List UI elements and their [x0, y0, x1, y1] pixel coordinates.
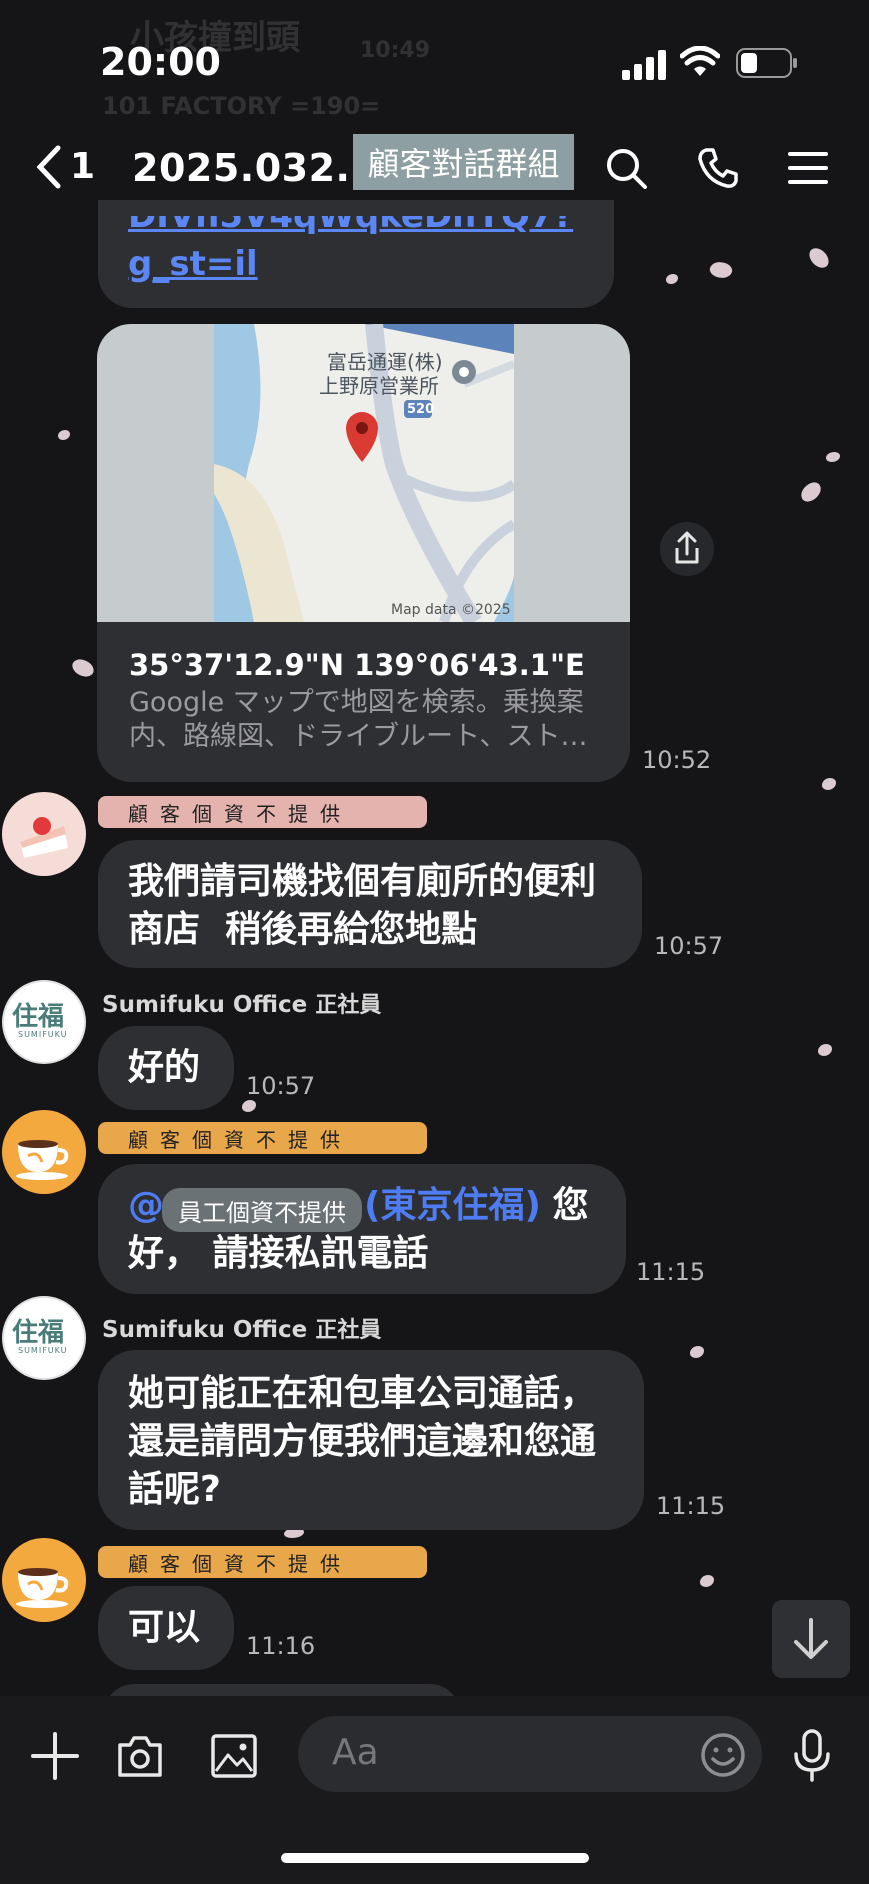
share-icon[interactable]: [660, 522, 714, 576]
logo-latin: SUMIFUKU: [18, 1030, 68, 1039]
message-text: 我們請司機找個有廁所的便利: [128, 861, 597, 902]
unread-count[interactable]: 1: [70, 146, 95, 187]
message-time: 10:57: [246, 1072, 316, 1100]
mention-chip[interactable]: 員工個資不提供: [162, 1188, 362, 1232]
background-notification-time: 10:49: [360, 38, 431, 63]
camera-icon[interactable]: [116, 1733, 164, 1779]
map-card-title[interactable]: 35°37'12.9"N 139°06'43.1"E: [129, 648, 585, 682]
wifi-icon: [680, 46, 720, 76]
message-input-placeholder: Aa: [332, 1732, 379, 1773]
message-text: 好的: [128, 1047, 201, 1088]
avatar[interactable]: [2, 1538, 86, 1622]
image-icon[interactable]: [210, 1733, 258, 1779]
plus-icon[interactable]: [30, 1731, 80, 1781]
avatar[interactable]: [2, 792, 86, 876]
avatar[interactable]: 住福 SUMIFUKU: [2, 1296, 86, 1380]
map-preview-card[interactable]: 富岳通運(株) 上野原営業所 520 Map data ©2025 35°37'…: [97, 324, 630, 782]
map-road-number: 520: [407, 402, 435, 417]
mention-suffix[interactable]: (東京住福): [364, 1182, 541, 1230]
sender-name-text: Sumifuku Office: [102, 1317, 308, 1343]
message-time: 11:16: [246, 1632, 316, 1660]
message-text: 好， 請接私訊電話: [128, 1233, 429, 1274]
message-time: 11:15: [636, 1258, 706, 1286]
phone-icon[interactable]: [696, 146, 740, 190]
message-time: 10:57: [654, 932, 724, 960]
coffee-cup-icon: [16, 1140, 69, 1180]
message-time: 11:15: [656, 1492, 726, 1520]
sender-name: Sumifuku Office 正社員: [102, 987, 381, 1019]
sender-name: Sumifuku Office 正社員: [102, 1312, 381, 1344]
chat-title-overlay: 顧客對話群組: [353, 134, 574, 190]
scroll-down-icon: [794, 1618, 828, 1659]
sender-tag: 顧客個資不提供: [98, 1122, 427, 1154]
map-card-description: Google マップで地図を検索。乗換案内、路線図、ドライブルート、スト…: [129, 687, 588, 752]
battery-icon: [736, 48, 797, 78]
message-text: 話呢?: [128, 1469, 221, 1510]
emoji-icon[interactable]: [700, 1732, 746, 1778]
map-image[interactable]: 富岳通運(株) 上野原営業所 520 Map data ©2025: [97, 324, 630, 622]
avatar[interactable]: 住福 SUMIFUKU: [2, 980, 86, 1064]
sender-role: 正社員: [315, 1318, 382, 1343]
chevron-left-icon[interactable]: [30, 142, 70, 192]
avatar[interactable]: [2, 1110, 86, 1194]
signal-icon: [622, 50, 666, 80]
link-url-line2[interactable]: g_st=il: [128, 244, 258, 284]
message-time: 10:52: [642, 746, 712, 774]
search-icon[interactable]: [604, 146, 648, 190]
logo-latin: SUMIFUKU: [18, 1346, 68, 1355]
home-indicator[interactable]: [281, 1853, 589, 1863]
sender-name-text: Sumifuku Office: [102, 992, 308, 1018]
mention-prefix: @: [128, 1185, 164, 1226]
coffee-cup-icon: [16, 1568, 69, 1608]
map-credit: Map data ©2025: [391, 602, 511, 618]
sender-role: 正社員: [315, 993, 382, 1018]
logo-kanji: 住福: [12, 1318, 65, 1348]
message-text: 可以: [128, 1607, 201, 1648]
scroll-down-button[interactable]: [772, 1600, 850, 1678]
microphone-icon[interactable]: [792, 1728, 832, 1782]
sender-tag: 顧客個資不提供: [98, 1546, 427, 1578]
chat-title[interactable]: 2025.032...: [132, 146, 380, 190]
cake-icon: [20, 817, 68, 858]
map-label-line2: 上野原営業所: [319, 374, 439, 398]
message-text: 商店 稍後再給您地點: [128, 909, 478, 950]
sender-tag: 顧客個資不提供: [98, 796, 427, 828]
message-text: 她可能正在和包車公司通話，: [128, 1373, 597, 1414]
message-text: 還是請問方便我們這邊和您通: [128, 1421, 597, 1462]
menu-icon[interactable]: [786, 146, 830, 190]
background-notification-sender: 101 FACTORY =190=: [102, 92, 381, 120]
message-text: 您: [540, 1185, 589, 1226]
status-time: 20:00: [100, 40, 221, 84]
logo-kanji: 住福: [12, 1002, 65, 1032]
